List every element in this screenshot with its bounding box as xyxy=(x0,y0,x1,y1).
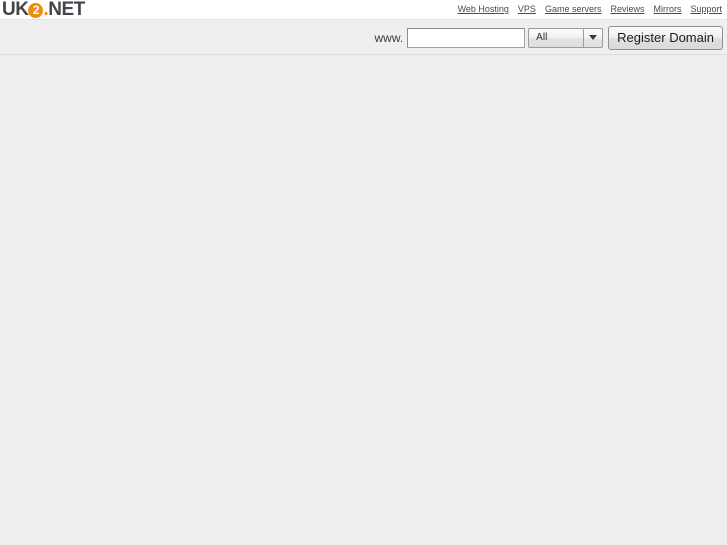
tld-select-value: All xyxy=(536,31,548,43)
nav-item-reviews[interactable]: Reviews xyxy=(610,4,644,15)
chevron-down-glyph xyxy=(589,35,598,40)
main-navigation: Web Hosting VPS Game servers Reviews Mir… xyxy=(458,4,722,15)
nav-item-mirrors[interactable]: Mirrors xyxy=(653,4,681,15)
nav-item-web-hosting[interactable]: Web Hosting xyxy=(458,4,509,15)
www-prefix-label: www. xyxy=(374,30,404,45)
nav-item-support[interactable]: Support xyxy=(690,4,722,15)
top-header-bar: UK 2. NET Web Hosting VPS Game servers Rev… xyxy=(0,0,727,19)
page-content-area xyxy=(0,55,727,544)
tld-select[interactable]: All xyxy=(528,27,604,48)
logo-text-net: NET xyxy=(48,0,85,20)
logo-text-uk: UK xyxy=(2,0,29,20)
nav-item-game-servers[interactable]: Game servers xyxy=(545,4,602,15)
nav-item-vps[interactable]: VPS xyxy=(518,4,536,15)
logo-circle-two-icon: 2 xyxy=(28,2,44,18)
domain-search-input[interactable] xyxy=(407,27,526,48)
register-domain-button[interactable]: Register Domain xyxy=(608,25,723,50)
chevron-down-icon[interactable] xyxy=(583,28,603,47)
domain-search-form: www. All Register Domain xyxy=(374,20,723,55)
site-logo[interactable]: UK 2. NET xyxy=(2,0,85,19)
domain-search-band: www. All Register Domain xyxy=(0,19,727,55)
